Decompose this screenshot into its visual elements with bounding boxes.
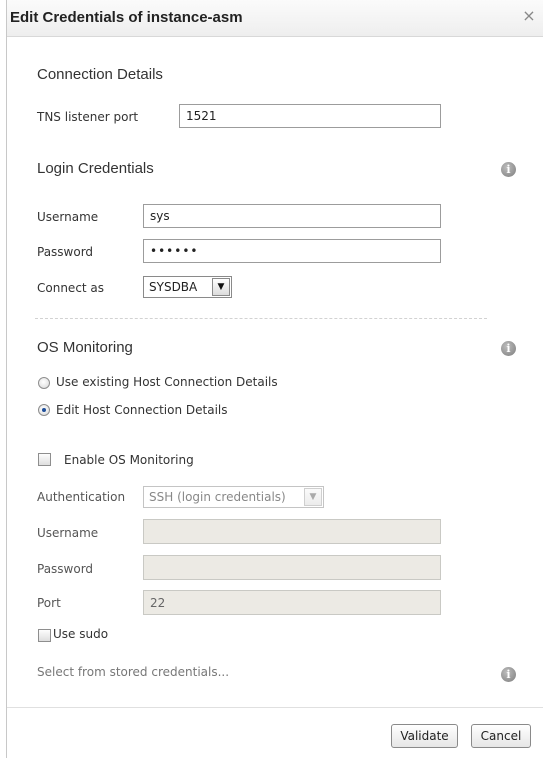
select-stored-credentials-link[interactable]: Select from stored credentials... <box>37 665 229 679</box>
chevron-down-icon: ▼ <box>304 488 322 506</box>
os-username-label: Username <box>37 526 99 540</box>
login-info-icon[interactable]: i <box>501 162 516 177</box>
authentication-label: Authentication <box>37 490 126 504</box>
tns-port-input[interactable] <box>179 104 441 128</box>
dialog-title: Edit Credentials of instance-asm <box>10 9 243 26</box>
chevron-down-icon: ▼ <box>212 278 230 296</box>
stored-credentials-info-icon[interactable]: i <box>501 667 516 682</box>
radio-edit-host-label[interactable]: Edit Host Connection Details <box>56 403 228 417</box>
section-divider <box>35 318 487 319</box>
os-info-icon[interactable]: i <box>501 341 516 356</box>
tns-port-label: TNS listener port <box>37 110 139 124</box>
radio-use-existing[interactable] <box>38 377 50 389</box>
enable-os-monitoring-label[interactable]: Enable OS Monitoring <box>64 453 194 467</box>
connect-as-select[interactable]: SYSDBA ▼ <box>143 276 232 298</box>
os-monitoring-heading: OS Monitoring <box>37 339 133 356</box>
edit-credentials-dialog: Edit Credentials of instance-asm × Conne… <box>6 0 543 759</box>
connect-as-label: Connect as <box>37 281 105 295</box>
connection-details-heading: Connection Details <box>37 66 163 83</box>
os-password-label: Password <box>37 562 94 576</box>
login-password-input[interactable] <box>143 239 441 263</box>
enable-os-monitoring-checkbox[interactable] <box>38 453 51 466</box>
login-credentials-heading: Login Credentials <box>37 160 154 177</box>
login-username-input[interactable] <box>143 204 441 228</box>
dialog-titlebar: Edit Credentials of instance-asm × <box>7 0 543 37</box>
authentication-value: SSH (login credentials) <box>149 490 286 504</box>
os-password-input[interactable] <box>143 555 441 580</box>
radio-use-existing-label[interactable]: Use existing Host Connection Details <box>56 375 278 389</box>
os-port-label: Port <box>37 596 61 610</box>
radio-edit-host[interactable] <box>38 404 50 416</box>
use-sudo-label[interactable]: Use sudo <box>53 627 108 641</box>
use-sudo-checkbox[interactable] <box>38 629 51 642</box>
os-username-input[interactable] <box>143 519 441 544</box>
validate-button[interactable]: Validate <box>391 724 458 748</box>
authentication-select[interactable]: SSH (login credentials) ▼ <box>143 486 324 508</box>
login-password-label: Password <box>37 245 94 259</box>
dialog-footer: Validate Cancel <box>7 707 543 759</box>
os-port-input[interactable] <box>143 590 441 615</box>
login-username-label: Username <box>37 210 99 224</box>
connect-as-value: SYSDBA <box>149 280 198 294</box>
cancel-button[interactable]: Cancel <box>471 724 531 748</box>
close-icon[interactable]: × <box>521 8 537 24</box>
